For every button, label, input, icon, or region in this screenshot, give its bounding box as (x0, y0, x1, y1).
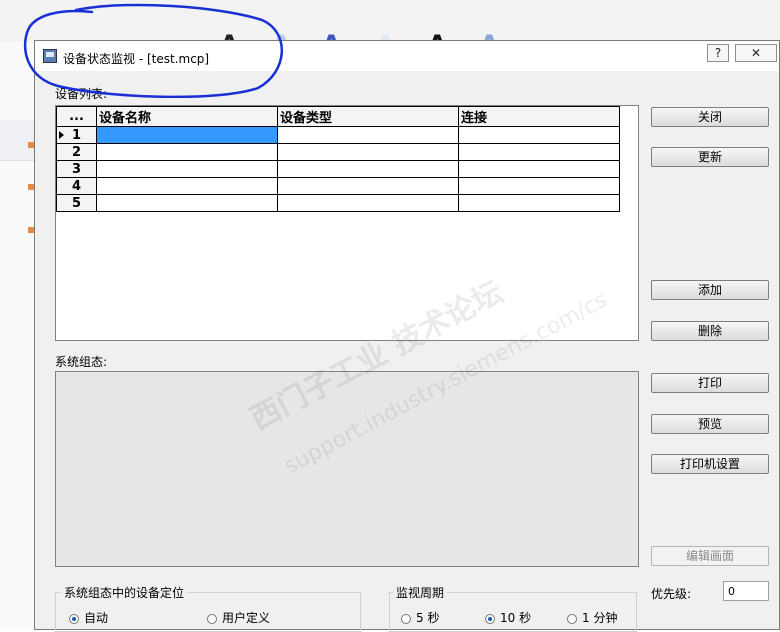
update-button[interactable]: 更新 (651, 147, 769, 167)
row-header[interactable]: 4 (56, 177, 97, 195)
radio-user-defined[interactable]: 用户定义 (207, 609, 270, 626)
close-button[interactable]: 关闭 (651, 107, 769, 127)
radio-auto[interactable]: 自动 (69, 609, 108, 626)
table-row[interactable]: 3 (56, 160, 620, 178)
print-button[interactable]: 打印 (651, 373, 769, 393)
cell-connection[interactable] (458, 126, 620, 144)
cell-connection[interactable] (458, 194, 620, 212)
row-header[interactable]: 3 (56, 160, 97, 178)
delete-button[interactable]: 删除 (651, 321, 769, 341)
cell-device-name[interactable] (96, 143, 278, 161)
device-list-grid[interactable]: ... 设备名称 设备类型 连接 1 2 3 4 5 (55, 105, 639, 341)
cell-device-type[interactable] (277, 143, 459, 161)
column-header-device-name[interactable]: 设备名称 (96, 106, 278, 127)
cell-connection[interactable] (458, 143, 620, 161)
corner-header[interactable]: ... (56, 106, 97, 127)
cell-device-type[interactable] (277, 194, 459, 212)
table-row[interactable]: 5 (56, 194, 620, 212)
column-header-device-type[interactable]: 设备类型 (277, 106, 459, 127)
edit-screen-button[interactable]: 编辑画面 (651, 546, 769, 566)
cell-device-type[interactable] (277, 160, 459, 178)
annotation-circle-icon (23, 3, 284, 98)
radio-1min[interactable]: 1 分钟 (567, 609, 617, 626)
cell-device-name[interactable] (96, 126, 278, 144)
table-header-row: ... 设备名称 设备类型 连接 (56, 106, 620, 127)
cell-connection[interactable] (458, 160, 620, 178)
column-header-connection[interactable]: 连接 (458, 106, 620, 127)
cell-device-name[interactable] (96, 177, 278, 195)
preview-button[interactable]: 预览 (651, 414, 769, 434)
printer-setup-button[interactable]: 打印机设置 (651, 454, 769, 474)
table-row[interactable]: 1 (56, 126, 620, 144)
background-side-panel (0, 42, 35, 630)
monitor-cycle-label: 监视周期 (393, 584, 448, 601)
cell-device-name[interactable] (96, 194, 278, 212)
row-header[interactable]: 5 (56, 194, 97, 212)
current-row-arrow-icon (59, 131, 64, 139)
positioning-group-label: 系统组态中的设备定位 (61, 584, 188, 601)
priority-input[interactable] (723, 581, 769, 601)
radio-unselected-icon (207, 614, 217, 624)
row-header[interactable]: 1 (56, 126, 97, 144)
add-button[interactable]: 添加 (651, 280, 769, 300)
row-header[interactable]: 2 (56, 143, 97, 161)
radio-unselected-icon (401, 614, 411, 624)
radio-selected-icon (69, 614, 79, 624)
priority-label: 优先级: (651, 587, 692, 601)
window-close-button[interactable]: ✕ (735, 44, 777, 62)
radio-unselected-icon (567, 614, 577, 624)
radio-5s[interactable]: 5 秒 (401, 609, 439, 626)
help-button[interactable]: ? (707, 44, 729, 62)
background-tab-strip (0, 120, 34, 161)
cell-connection[interactable] (458, 177, 620, 195)
cell-device-type[interactable] (277, 126, 459, 144)
system-config-label: 系统组态: (55, 355, 108, 369)
radio-selected-icon (485, 614, 495, 624)
device-table: ... 设备名称 设备类型 连接 1 2 3 4 5 (56, 106, 620, 212)
table-row[interactable]: 2 (56, 143, 620, 161)
system-config-canvas[interactable] (55, 371, 639, 567)
table-row[interactable]: 4 (56, 177, 620, 195)
device-status-monitor-dialog: 设备状态监视 - [test.mcp] ? ✕ 设备列表: ... 设备名称 设… (34, 40, 780, 632)
cell-device-name[interactable] (96, 160, 278, 178)
cell-device-type[interactable] (277, 177, 459, 195)
radio-10s[interactable]: 10 秒 (485, 609, 531, 626)
